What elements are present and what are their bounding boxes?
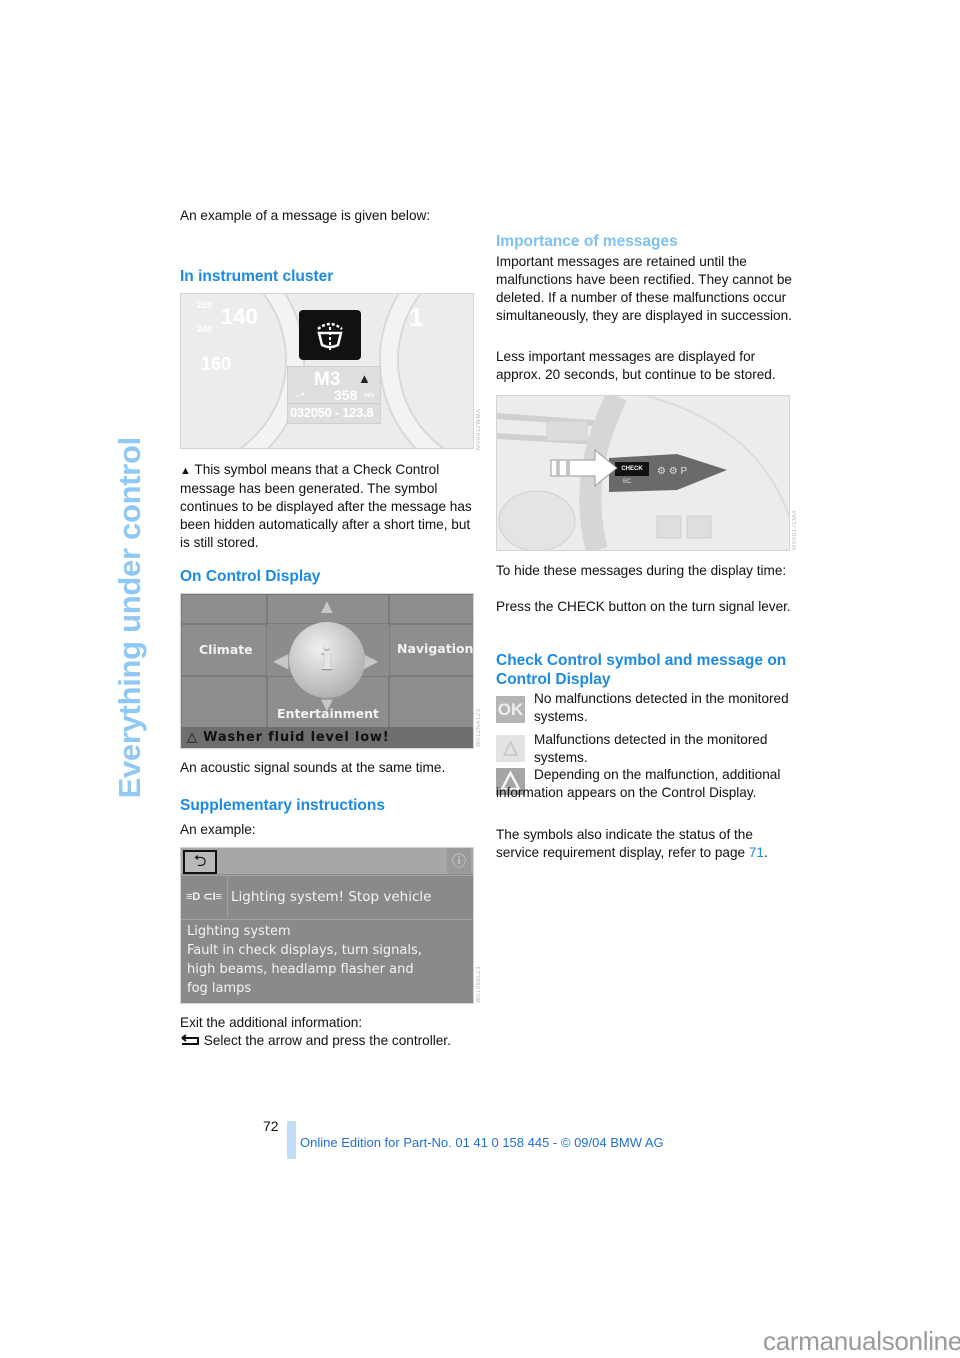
menu-cell <box>389 594 473 624</box>
warning-message-bar: △ Washer fluid level low! <box>181 727 473 748</box>
status-additional-info-text: Depending on the malfunction, additional… <box>496 767 781 800</box>
gauge-label: 140 <box>221 304 258 329</box>
status-ok-text: No malfunctions detected in the monitore… <box>534 691 789 724</box>
acoustic-signal-text: An acoustic signal sounds at the same ti… <box>180 760 446 775</box>
hide-messages-instruction: Press the CHECK button on the turn signa… <box>496 599 791 614</box>
service-status-suffix: . <box>764 845 768 860</box>
exit-instruction-text: Select the arrow and press the controlle… <box>203 1033 451 1048</box>
service-status-text: The symbols also indicate the status of … <box>496 826 796 862</box>
range-unit: mls <box>364 393 375 399</box>
importance-paragraph-2: Less important messages are displayed fo… <box>496 349 776 382</box>
menu-cell <box>181 594 267 624</box>
chapter-title-text: Everything under control <box>112 437 147 799</box>
exit-label: Exit the additional information: <box>180 1015 363 1030</box>
back-arrow-icon <box>181 1034 199 1045</box>
watermark: carmanualsonline.info <box>763 1326 960 1356</box>
lighting-system-icon: ≡D ⊂I≡ <box>181 876 228 918</box>
warning-message-text: Washer fluid level low! <box>203 730 390 745</box>
message-line: fog lamps <box>187 981 252 996</box>
message-line: Fault in check displays, turn signals, <box>187 943 422 958</box>
warning-triangle-outline-icon: △ <box>187 730 198 745</box>
message-title: Lighting system! Stop vehicle <box>231 889 432 905</box>
edition-text: Online Edition for Part-No. 01 41 0 158 … <box>300 1135 664 1150</box>
info-display: M3 ▲ →▪ 358 mls 032050 - 123.8 <box>287 366 381 424</box>
lever-symbols-icon: ⚙ ⚙ P <box>657 466 688 477</box>
heading-control-display: On Control Display <box>180 568 321 585</box>
menu-label-entertainment[interactable]: Entertainment <box>277 706 379 721</box>
check-control-note: ▲ This symbol means that a Check Control… <box>180 461 480 552</box>
heading-supplementary: Supplementary instructions <box>180 797 385 814</box>
message-line: high beams, headlamp flasher and <box>187 962 414 977</box>
importance-paragraph-1: Important messages are retained until th… <box>496 254 792 323</box>
range-value: 358 <box>334 387 358 403</box>
service-status-prefix: The symbols also indicate the status of … <box>496 827 753 860</box>
ok-status-icon: OK <box>496 696 525 723</box>
title-bar <box>181 848 473 874</box>
heading-instrument-cluster: In instrument cluster <box>180 268 334 285</box>
figure-code: MV0017CMA <box>792 509 798 550</box>
figure-code: W012NA123 <box>476 708 482 747</box>
gauge-label: 220 <box>197 300 213 310</box>
arrow-right-icon: ▶ <box>363 650 379 672</box>
control-display-figure: ▲ ▼ ◀ ▶ i Climate Navigation Entertainme… <box>180 593 474 749</box>
intro-text: An example of a message is given below: <box>180 208 431 223</box>
info-icon[interactable]: ⓘ <box>447 848 471 874</box>
washer-fluid-warning-icon <box>299 310 361 360</box>
gauge-label: 240 <box>197 324 213 334</box>
pointer-arrow-icon <box>550 448 618 488</box>
gauge-label: 160 <box>201 354 232 374</box>
menu-cell <box>389 676 473 728</box>
arrow-icon: →▪ <box>292 389 305 399</box>
example-label: An example: <box>180 822 256 837</box>
heading-importance: Importance of messages <box>496 233 678 250</box>
page-71-link[interactable]: 71 <box>749 845 764 860</box>
info-letter: i <box>320 638 334 678</box>
hide-messages-intro: To hide these messages during the displa… <box>496 563 787 578</box>
exit-instruction: Select the arrow and press the controlle… <box>180 1033 451 1048</box>
figure-code: MV0012WMA <box>476 408 482 450</box>
page-number: 72 <box>263 1118 279 1134</box>
warning-light-icon <box>496 735 525 762</box>
figure-code: W01086L23 <box>476 966 482 1003</box>
divider <box>288 403 380 404</box>
menu-cell <box>181 676 267 728</box>
instrument-cluster-figure: 220 140 240 160 1 M3 ▲ →▪ 358 mls 032050… <box>180 293 474 449</box>
heading-check-control: Check Control symbol and message on Cont… <box>496 652 787 688</box>
tachometer-gauge <box>381 294 473 448</box>
arrow-left-icon: ◀ <box>273 650 289 672</box>
gauge-label: 1 <box>409 302 424 332</box>
info-knob-icon[interactable]: i <box>289 622 365 698</box>
footer-accent-bar <box>287 1121 296 1159</box>
menu-label-climate[interactable]: Climate <box>199 642 253 657</box>
back-arrow-icon[interactable]: ⮌ <box>183 850 217 874</box>
turn-signal-lever-figure: CHECK BC ⚙ ⚙ P <box>496 395 790 551</box>
status-malfunction-text: Malfunctions detected in the monitored s… <box>534 732 768 765</box>
warning-triangle-icon: ▲ <box>358 371 371 386</box>
message-body: Lighting system Fault in check displays,… <box>187 922 467 998</box>
warning-triangle-icon: ▲ <box>180 465 191 477</box>
message-line: Lighting system <box>187 924 291 939</box>
note-text: This symbol means that a Check Control m… <box>180 462 472 550</box>
arrow-up-icon: ▲ <box>317 596 337 618</box>
ok-text: OK <box>497 700 524 719</box>
menu-label-navigation[interactable]: Navigation <box>397 641 473 656</box>
supplementary-figure: ⮌ ⓘ ≡D ⊂I≡ Lighting system! Stop vehicle… <box>180 847 474 1004</box>
odometer-value: 032050 - 123.8 <box>290 405 374 420</box>
divider <box>181 919 473 920</box>
